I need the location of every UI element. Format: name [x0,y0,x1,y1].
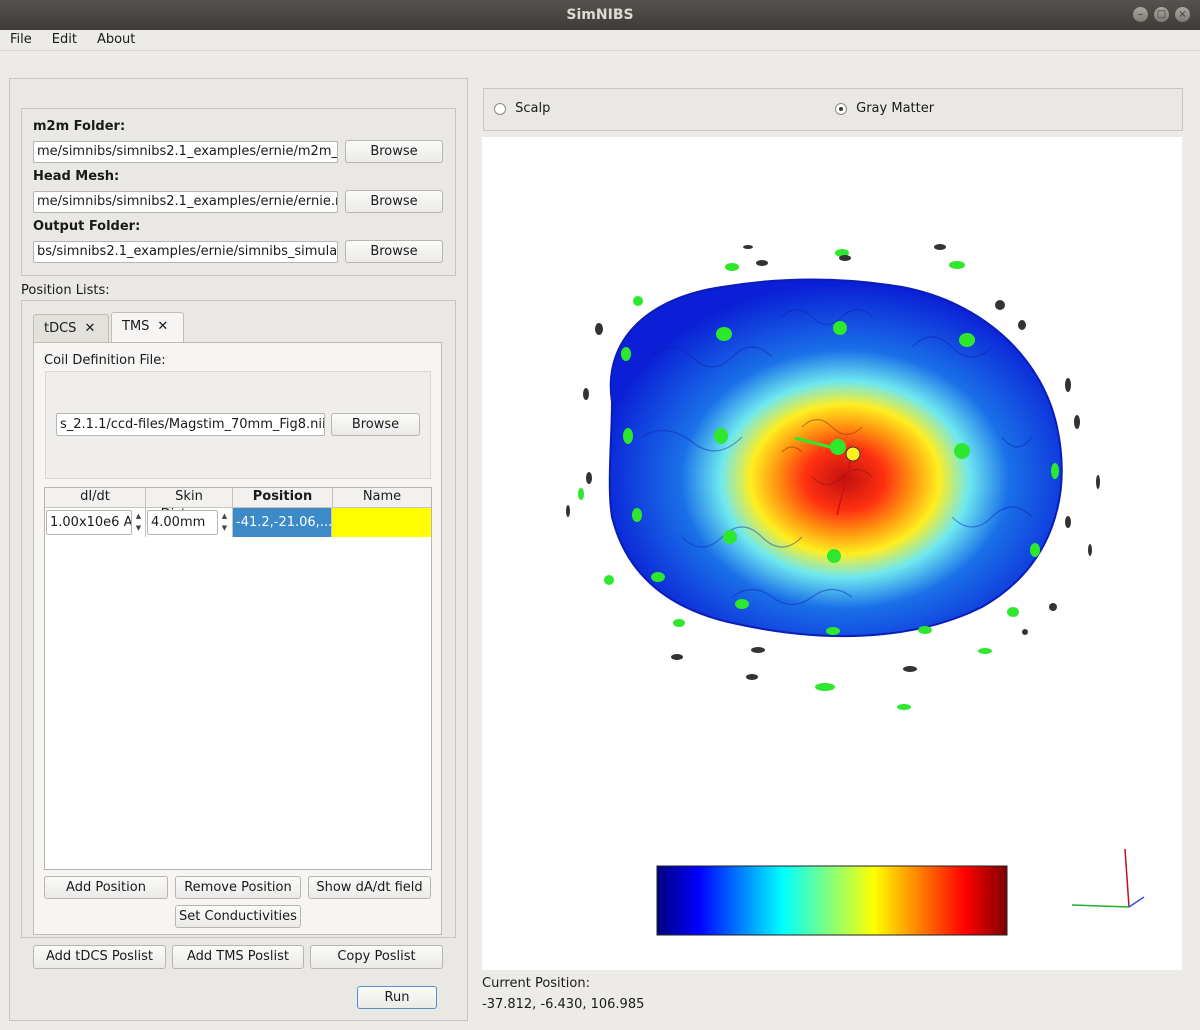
output-folder-label: Output Folder: [33,219,141,234]
tab-tdcs[interactable]: tDCS ✕ [33,314,109,342]
viewport-3d[interactable] [482,137,1182,970]
tab-tdcs-label: tDCS [44,321,77,336]
position-lists-label: Position Lists: [21,283,110,298]
table-row[interactable]: 1.00x10e6 A/s ▲▼ 4.00mm ▲▼ -41.2,-21.06,… [45,508,431,537]
menu-edit[interactable]: Edit [42,30,87,50]
gray-matter-option[interactable]: Gray Matter [835,101,934,116]
didt-cell: 1.00x10e6 A/s ▲▼ [45,508,146,537]
column-header-didt[interactable]: dI/dt [45,488,146,507]
output-folder-input[interactable]: bs/simnibs2.1_examples/ernie/simnibs_sim… [33,241,338,263]
colorbar [656,865,1008,936]
orientation-axes [1071,848,1145,908]
skin-distance-stepper-icon[interactable]: ▲ ▼ [219,510,230,535]
menu-file[interactable]: File [0,30,42,50]
set-conductivities-button[interactable]: Set Conductivities [175,905,301,928]
maximize-button[interactable]: □ [1154,7,1169,22]
minimize-button[interactable]: – [1133,7,1148,22]
copy-poslist-button[interactable]: Copy Poslist [310,945,443,969]
close-tab-tms-icon[interactable]: ✕ [157,319,168,334]
scalp-option[interactable]: Scalp [494,101,550,116]
run-button[interactable]: Run [357,986,437,1009]
skin-distance-spinbox[interactable]: 4.00mm [147,510,218,535]
close-button[interactable]: × [1175,7,1190,22]
add-tms-poslist-button[interactable]: Add TMS Poslist [172,945,304,969]
head-mesh-browse-button[interactable]: Browse [345,190,443,213]
column-header-name[interactable]: Name [333,488,431,507]
name-cell[interactable] [332,508,431,537]
skin-distance-cell: 4.00mm ▲ ▼ [146,508,233,537]
table-header: dI/dt Skin Distance Position Name [45,488,431,522]
menu-bar: File Edit About [0,30,1200,51]
add-position-button[interactable]: Add Position [44,876,168,899]
column-header-skin-distance[interactable]: Skin Distance [146,488,233,522]
window-titlebar: SimNIBS [0,0,1200,30]
head-mesh-label: Head Mesh: [33,169,120,184]
window-controls: – □ × [1133,7,1190,22]
coil-file-input[interactable]: s_2.1.1/ccd-files/Magstim_70mm_Fig8.nii.… [56,413,325,436]
didt-stepper-icon[interactable]: ▲ ▼ [133,510,144,535]
head-mesh-input[interactable]: me/simnibs/simnibs2.1_examples/ernie/ern… [33,191,338,213]
scalp-radio[interactable] [494,102,506,115]
tab-tms-label: TMS [122,319,150,334]
coil-browse-button[interactable]: Browse [331,413,420,436]
positions-table: dI/dt Skin Distance Position Name 1.00x1… [44,487,432,870]
m2m-browse-button[interactable]: Browse [345,140,443,163]
coil-position-marker[interactable] [845,446,861,462]
current-position-value: -37.812, -6.430, 106.985 [482,997,645,1012]
didt-spinbox[interactable]: 1.00x10e6 A/s [46,510,132,535]
close-tab-tdcs-icon[interactable]: ✕ [84,321,95,336]
m2m-folder-label: m2m Folder: [33,119,126,134]
tab-tms[interactable]: TMS ✕ [111,312,184,343]
coil-definition-label: Coil Definition File: [44,353,166,368]
brain-render[interactable] [482,137,1182,970]
coil-center-marker[interactable] [830,439,846,455]
show-field-button[interactable]: Show dA/dt field [308,876,431,899]
column-header-position[interactable]: Position [233,488,333,507]
add-tdcs-poslist-button[interactable]: Add tDCS Poslist [33,945,166,969]
output-folder-browse-button[interactable]: Browse [345,240,443,263]
window-title: SimNIBS [566,7,634,23]
gray-matter-label: Gray Matter [856,101,935,116]
m2m-folder-input[interactable]: me/simnibs/simnibs2.1_examples/ernie/m2m… [33,141,338,163]
remove-position-button[interactable]: Remove Position [175,876,301,899]
gray-matter-radio[interactable] [835,102,847,115]
current-position-label: Current Position: [482,976,590,991]
menu-about[interactable]: About [87,30,145,50]
scalp-label: Scalp [515,101,551,116]
position-cell[interactable]: -41.2,-21.06,... [233,508,332,537]
surface-selector [483,88,1183,131]
